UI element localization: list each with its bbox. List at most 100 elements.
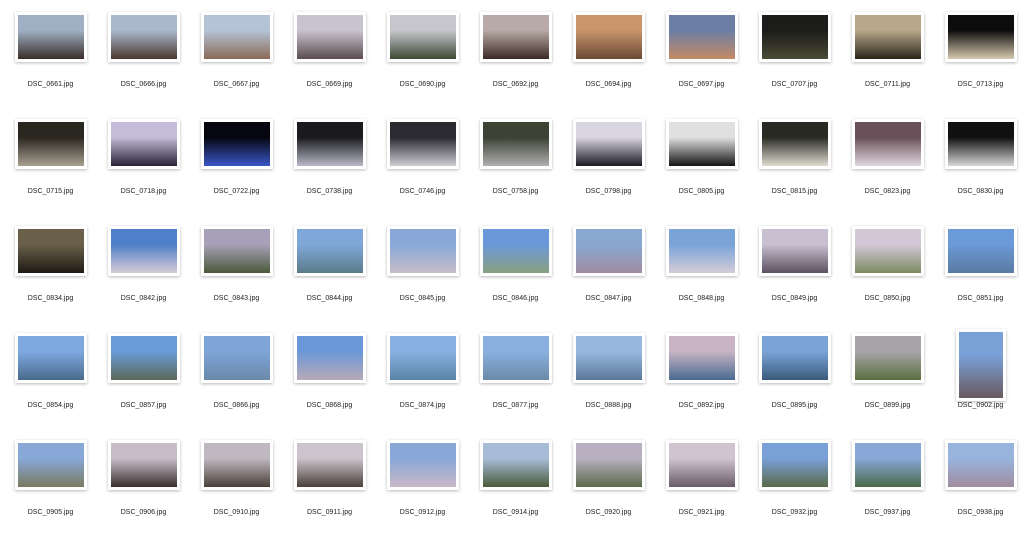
file-item[interactable]: DSC_0920.jpg: [562, 440, 655, 547]
thumbnail-frame[interactable]: [665, 119, 738, 169]
file-item[interactable]: DSC_0746.jpg: [376, 119, 469, 226]
thumbnail-frame[interactable]: [386, 119, 459, 169]
file-item[interactable]: DSC_0823.jpg: [841, 119, 934, 226]
thumbnail-frame[interactable]: [200, 12, 273, 62]
file-item[interactable]: DSC_0912.jpg: [376, 440, 469, 547]
file-item[interactable]: DSC_0661.jpg: [4, 12, 97, 119]
file-item[interactable]: DSC_0902.jpg: [934, 329, 1024, 440]
thumbnail-frame[interactable]: [479, 12, 552, 62]
file-item[interactable]: DSC_0666.jpg: [97, 12, 190, 119]
thumbnail-frame[interactable]: [479, 333, 552, 383]
file-item[interactable]: DSC_0850.jpg: [841, 226, 934, 333]
thumbnail-frame[interactable]: [572, 333, 645, 383]
file-item[interactable]: DSC_0892.jpg: [655, 333, 748, 440]
thumbnail-frame[interactable]: [293, 440, 366, 490]
thumbnail-frame[interactable]: [479, 440, 552, 490]
file-item[interactable]: DSC_0877.jpg: [469, 333, 562, 440]
thumbnail-frame[interactable]: [572, 12, 645, 62]
thumbnail-frame[interactable]: [107, 119, 180, 169]
thumbnail-frame[interactable]: [386, 333, 459, 383]
thumbnail-frame[interactable]: [758, 226, 831, 276]
thumbnail-frame[interactable]: [107, 333, 180, 383]
file-item[interactable]: DSC_0834.jpg: [4, 226, 97, 333]
thumbnail-frame[interactable]: [14, 440, 87, 490]
file-item[interactable]: DSC_0805.jpg: [655, 119, 748, 226]
thumbnail-frame[interactable]: [944, 440, 1017, 490]
thumbnail-frame[interactable]: [944, 119, 1017, 169]
file-item[interactable]: DSC_0715.jpg: [4, 119, 97, 226]
file-item[interactable]: DSC_0690.jpg: [376, 12, 469, 119]
thumbnail-frame[interactable]: [200, 440, 273, 490]
file-item[interactable]: DSC_0758.jpg: [469, 119, 562, 226]
file-item[interactable]: DSC_0868.jpg: [283, 333, 376, 440]
file-item[interactable]: DSC_0669.jpg: [283, 12, 376, 119]
file-item[interactable]: DSC_0910.jpg: [190, 440, 283, 547]
thumbnail-frame[interactable]: [200, 333, 273, 383]
thumbnail-frame[interactable]: [665, 226, 738, 276]
file-item[interactable]: DSC_0718.jpg: [97, 119, 190, 226]
file-item[interactable]: DSC_0906.jpg: [97, 440, 190, 547]
file-item[interactable]: DSC_0849.jpg: [748, 226, 841, 333]
file-item[interactable]: DSC_0798.jpg: [562, 119, 655, 226]
file-item[interactable]: DSC_0874.jpg: [376, 333, 469, 440]
file-item[interactable]: DSC_0911.jpg: [283, 440, 376, 547]
thumbnail-frame[interactable]: [665, 440, 738, 490]
thumbnail-frame[interactable]: [479, 119, 552, 169]
file-item[interactable]: DSC_0722.jpg: [190, 119, 283, 226]
thumbnail-frame[interactable]: [758, 333, 831, 383]
file-item[interactable]: DSC_0842.jpg: [97, 226, 190, 333]
file-item[interactable]: DSC_0938.jpg: [934, 440, 1024, 547]
file-item[interactable]: DSC_0914.jpg: [469, 440, 562, 547]
thumbnail-frame[interactable]: [293, 333, 366, 383]
file-item[interactable]: DSC_0843.jpg: [190, 226, 283, 333]
file-item[interactable]: DSC_0844.jpg: [283, 226, 376, 333]
thumbnail-frame[interactable]: [107, 226, 180, 276]
file-item[interactable]: DSC_0847.jpg: [562, 226, 655, 333]
file-item[interactable]: DSC_0697.jpg: [655, 12, 748, 119]
thumbnail-frame[interactable]: [200, 119, 273, 169]
file-item[interactable]: DSC_0707.jpg: [748, 12, 841, 119]
thumbnail-frame[interactable]: [955, 329, 1006, 401]
file-item[interactable]: DSC_0932.jpg: [748, 440, 841, 547]
file-item[interactable]: DSC_0899.jpg: [841, 333, 934, 440]
thumbnail-frame[interactable]: [14, 226, 87, 276]
file-item[interactable]: DSC_0692.jpg: [469, 12, 562, 119]
thumbnail-frame[interactable]: [851, 12, 924, 62]
file-item[interactable]: DSC_0921.jpg: [655, 440, 748, 547]
file-item[interactable]: DSC_0830.jpg: [934, 119, 1024, 226]
thumbnail-frame[interactable]: [944, 12, 1017, 62]
file-item[interactable]: DSC_0937.jpg: [841, 440, 934, 547]
file-item[interactable]: DSC_0713.jpg: [934, 12, 1024, 119]
thumbnail-frame[interactable]: [851, 440, 924, 490]
thumbnail-frame[interactable]: [851, 333, 924, 383]
thumbnail-frame[interactable]: [665, 333, 738, 383]
thumbnail-frame[interactable]: [293, 226, 366, 276]
file-item[interactable]: DSC_0851.jpg: [934, 226, 1024, 333]
thumbnail-frame[interactable]: [14, 333, 87, 383]
file-item[interactable]: DSC_0845.jpg: [376, 226, 469, 333]
file-item[interactable]: DSC_0738.jpg: [283, 119, 376, 226]
thumbnail-frame[interactable]: [386, 12, 459, 62]
thumbnail-frame[interactable]: [758, 440, 831, 490]
thumbnail-frame[interactable]: [107, 440, 180, 490]
file-item[interactable]: DSC_0667.jpg: [190, 12, 283, 119]
thumbnail-frame[interactable]: [758, 119, 831, 169]
thumbnail-frame[interactable]: [293, 119, 366, 169]
thumbnail-frame[interactable]: [851, 119, 924, 169]
file-item[interactable]: DSC_0815.jpg: [748, 119, 841, 226]
thumbnail-frame[interactable]: [293, 12, 366, 62]
file-item[interactable]: DSC_0848.jpg: [655, 226, 748, 333]
thumbnail-frame[interactable]: [572, 119, 645, 169]
thumbnail-frame[interactable]: [386, 226, 459, 276]
thumbnail-frame[interactable]: [665, 12, 738, 62]
thumbnail-frame[interactable]: [572, 440, 645, 490]
thumbnail-frame[interactable]: [386, 440, 459, 490]
file-item[interactable]: DSC_0854.jpg: [4, 333, 97, 440]
file-item[interactable]: DSC_0694.jpg: [562, 12, 655, 119]
thumbnail-frame[interactable]: [479, 226, 552, 276]
file-item[interactable]: DSC_0711.jpg: [841, 12, 934, 119]
file-item[interactable]: DSC_0846.jpg: [469, 226, 562, 333]
file-item[interactable]: DSC_0866.jpg: [190, 333, 283, 440]
thumbnail-frame[interactable]: [14, 12, 87, 62]
thumbnail-frame[interactable]: [14, 119, 87, 169]
